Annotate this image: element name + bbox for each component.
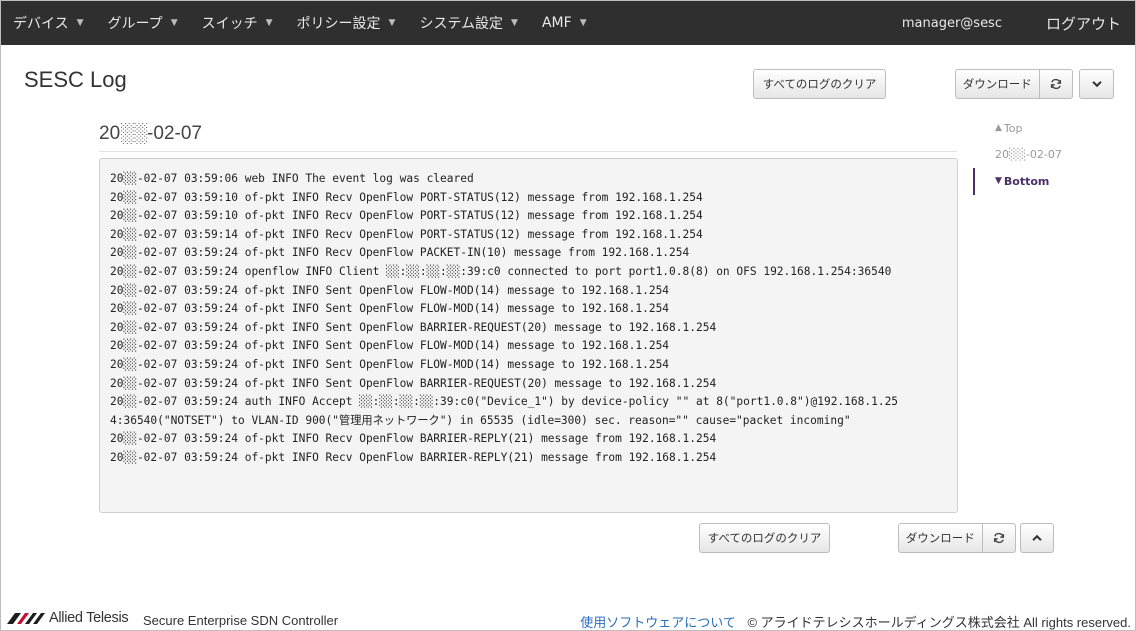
log-line: 20░░-02-07 03:59:24 of-pkt INFO Recv Ope…	[110, 432, 717, 446]
top-navbar: デバイス ▼ グループ ▼ スイッチ ▼ ポリシー設定 ▼ システム設定 ▼ A…	[1, 1, 1135, 45]
log-line: 20░░-02-07 03:59:06 web INFO The event l…	[110, 172, 474, 185]
refresh-icon	[1050, 78, 1061, 90]
log-line: 20░░-02-07 03:59:14 of-pkt INFO Recv Ope…	[110, 227, 703, 241]
date-divider	[99, 151, 957, 152]
download-button-bottom[interactable]: ダウンロード	[899, 524, 982, 552]
log-line: 20░░-02-07 03:59:24 of-pkt INFO Sent Ope…	[110, 357, 670, 371]
nav-devices-label: デバイス	[13, 16, 69, 32]
log-line: 20░░-02-07 03:59:24 auth INFO Accept ░░:…	[110, 395, 899, 409]
caret-down-icon: ▼	[388, 18, 396, 28]
refresh-button-bottom[interactable]	[981, 524, 1015, 552]
copyright-text: © アライドテレシスホールディングス株式会社 All rights reserv…	[747, 615, 1131, 630]
nav-right-area: manager@sesc ログアウト	[880, 1, 1135, 45]
caret-down-icon: ▼	[76, 18, 84, 28]
nav-system-label: システム設定	[419, 16, 504, 32]
caret-down-icon: ▼	[579, 18, 587, 28]
log-side-nav: ▲ Top 20░░-02-07 ▼ Bottom	[973, 115, 1133, 195]
log-line: 20░░-02-07 03:59:24 of-pkt INFO Sent Ope…	[110, 339, 670, 353]
side-nav-date-label: 20░░-02-07	[995, 148, 1062, 162]
log-line: 20░░-02-07 03:59:24 of-pkt INFO Sent Ope…	[110, 302, 670, 316]
nav-switches-label: スイッチ	[201, 16, 258, 32]
log-line: 20░░-02-07 03:59:24 of-pkt INFO Sent Ope…	[110, 283, 670, 297]
log-content-box: 20░░-02-07 03:59:06 web INFO The event l…	[99, 158, 958, 513]
download-button-top[interactable]: ダウンロード	[956, 70, 1039, 98]
nav-groups-label: グループ	[107, 16, 163, 32]
side-nav-top[interactable]: ▲ Top	[973, 115, 1133, 142]
clear-all-logs-button-top[interactable]: すべてのログのクリア	[753, 69, 886, 99]
clear-all-logs-button-bottom[interactable]: すべてのログのクリア	[699, 523, 830, 553]
caret-down-icon: ▼	[265, 18, 273, 28]
side-nav-bottom[interactable]: ▼ Bottom	[973, 168, 1133, 195]
chevron-up-icon	[1032, 534, 1042, 541]
side-nav-top-label: Top	[1003, 121, 1023, 135]
chevron-up-icon: ▲	[995, 123, 1002, 134]
nav-switches-menu[interactable]: スイッチ ▼	[190, 1, 285, 45]
refresh-icon	[993, 532, 1004, 544]
refresh-button-top[interactable]	[1038, 70, 1072, 98]
software-info-link[interactable]: 使用ソフトウェアについて	[580, 615, 736, 630]
nav-policy-menu[interactable]: ポリシー設定 ▼	[285, 1, 408, 45]
logo-text: Allied Telesis	[49, 610, 129, 626]
caret-down-icon: ▼	[170, 18, 178, 28]
log-line: 20░░-02-07 03:59:24 openflow INFO Client…	[110, 264, 892, 278]
log-line: 20░░-02-07 03:59:24 of-pkt INFO Recv Ope…	[110, 246, 690, 260]
log-date-heading: 20░░-02-07	[99, 123, 202, 144]
chevron-down-icon	[1091, 81, 1102, 88]
current-user: manager@sesc	[901, 15, 1002, 31]
log-line: 20░░-02-07 03:59:10 of-pkt INFO Recv Ope…	[110, 209, 703, 223]
allied-telesis-logo-icon	[7, 613, 45, 624]
nav-system-menu[interactable]: システム設定 ▼	[407, 1, 530, 45]
scroll-top-button[interactable]	[1020, 523, 1054, 553]
logout-link[interactable]: ログアウト	[1024, 13, 1135, 34]
product-name: Secure Enterprise SDN Controller	[143, 613, 339, 628]
nav-groups-menu[interactable]: グループ ▼	[96, 1, 190, 45]
log-line: 20░░-02-07 03:59:24 of-pkt INFO Recv Ope…	[110, 450, 717, 464]
page-title: SESC Log	[24, 67, 127, 92]
log-line: 20░░-02-07 03:59:24 of-pkt INFO Sent Ope…	[110, 376, 717, 390]
side-nav-date[interactable]: 20░░-02-07	[973, 142, 1133, 169]
side-nav-bottom-label: Bottom	[1003, 174, 1050, 188]
footer-right: 使用ソフトウェアについて © アライドテレシスホールディングス株式会社 All …	[580, 612, 1131, 631]
nav-amf-menu[interactable]: AMF ▼	[530, 1, 599, 45]
download-refresh-group-bottom: ダウンロード	[898, 523, 1016, 553]
caret-down-icon: ▼	[511, 18, 518, 28]
nav-devices-menu[interactable]: デバイス ▼	[1, 1, 96, 45]
nav-policy-label: ポリシー設定	[296, 16, 381, 32]
page-footer: Allied Telesis Secure Enterprise SDN Con…	[1, 608, 1135, 630]
scroll-bottom-button[interactable]	[1079, 69, 1114, 99]
log-line: 4:36540("NOTSET") to VLAN-ID 900("管理用ネット…	[110, 413, 851, 427]
nav-amf-label: AMF	[541, 15, 572, 31]
log-line: 20░░-02-07 03:59:24 of-pkt INFO Sent Ope…	[110, 320, 717, 334]
download-refresh-group-top: ダウンロード	[955, 69, 1073, 99]
company-logo: Allied Telesis	[7, 610, 129, 626]
chevron-down-icon: ▼	[995, 176, 1002, 187]
log-line: 20░░-02-07 03:59:10 of-pkt INFO Recv Ope…	[110, 190, 703, 204]
